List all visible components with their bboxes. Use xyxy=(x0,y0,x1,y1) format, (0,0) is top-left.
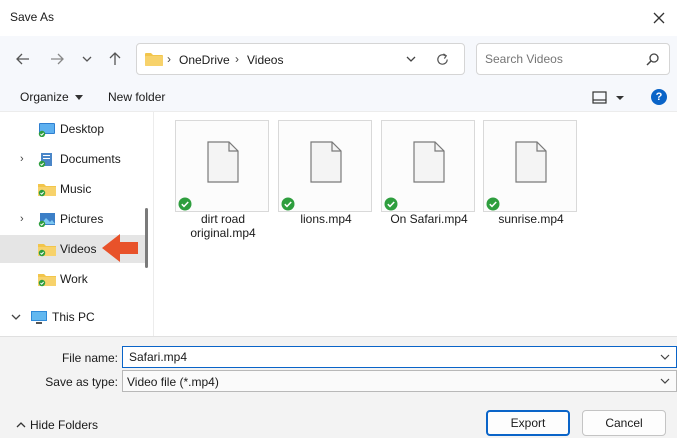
recent-locations-button[interactable] xyxy=(76,48,98,70)
file-icon xyxy=(310,141,342,183)
back-button[interactable] xyxy=(12,48,34,70)
view-pane-icon xyxy=(592,91,624,104)
synced-check-icon xyxy=(281,197,295,211)
hide-folders-label: Hide Folders xyxy=(30,418,99,432)
sidebar-item-documents[interactable]: › Documents xyxy=(0,145,146,173)
chevron-down-icon[interactable] xyxy=(11,313,21,321)
address-bar[interactable]: › OneDrive › Videos xyxy=(136,43,465,75)
chevron-up-icon xyxy=(16,422,26,428)
breadcrumb-videos[interactable]: Videos xyxy=(247,53,283,67)
close-button[interactable] xyxy=(641,0,677,36)
pictures-icon xyxy=(38,213,55,227)
cancel-button[interactable]: Cancel xyxy=(582,410,666,436)
chevron-down-icon[interactable] xyxy=(660,352,670,362)
save-as-type-value: Video file (*.mp4) xyxy=(127,375,219,389)
sidebar-item-this-pc[interactable]: This PC xyxy=(0,303,146,331)
save-as-type-select[interactable]: Video file (*.mp4) xyxy=(122,370,677,392)
file-tile[interactable] xyxy=(483,120,577,212)
file-name[interactable]: On Safari.mp4 xyxy=(379,212,479,226)
organize-label: Organize xyxy=(20,90,69,104)
file-name-input[interactable] xyxy=(129,350,649,364)
search-box[interactable] xyxy=(476,43,670,75)
file-name-field[interactable] xyxy=(122,346,677,368)
synced-check-icon xyxy=(486,197,500,211)
file-icon xyxy=(515,141,547,183)
music-folder-icon xyxy=(38,184,56,197)
breadcrumb-separator-icon: › xyxy=(235,52,239,66)
sidebar-item-work[interactable]: Work xyxy=(0,265,146,293)
documents-icon xyxy=(38,153,52,167)
sidebar-item-label: This PC xyxy=(52,310,95,324)
file-icon xyxy=(207,141,239,183)
file-list: dirt road original.mp4 lions.mp4 On Safa… xyxy=(153,112,677,336)
organize-menu[interactable]: Organize xyxy=(20,90,84,104)
navigation-pane: Desktop › Documents Music › Pictures Vid… xyxy=(0,112,153,336)
save-as-type-label: Save as type: xyxy=(45,375,118,389)
file-name-label: File name: xyxy=(61,351,118,365)
breadcrumb-separator-icon: › xyxy=(167,52,171,66)
sidebar-scrollbar[interactable] xyxy=(145,208,148,268)
annotation-arrow-icon xyxy=(102,234,138,262)
file-tile[interactable] xyxy=(175,120,269,212)
hide-folders-button[interactable]: Hide Folders xyxy=(16,418,98,432)
caret-down-icon xyxy=(75,94,84,100)
up-button[interactable] xyxy=(104,48,126,70)
file-name[interactable]: lions.mp4 xyxy=(276,212,376,226)
address-dropdown-icon[interactable] xyxy=(404,52,418,66)
help-icon[interactable]: ? xyxy=(651,89,667,105)
command-toolbar: Organize New folder ? xyxy=(0,82,677,112)
work-folder-icon xyxy=(38,274,56,287)
this-pc-icon xyxy=(31,311,47,324)
back-arrow-icon xyxy=(16,53,29,65)
file-icon xyxy=(413,141,445,183)
file-tile[interactable] xyxy=(381,120,475,212)
refresh-icon[interactable] xyxy=(435,52,450,67)
new-folder-button[interactable]: New folder xyxy=(108,90,165,104)
sidebar-item-label: Documents xyxy=(60,152,121,166)
desktop-icon xyxy=(38,123,55,137)
chevron-right-icon[interactable]: › xyxy=(20,213,24,225)
sidebar-item-music[interactable]: Music xyxy=(0,175,146,203)
change-view-button[interactable] xyxy=(590,90,626,106)
breadcrumb-onedrive[interactable]: OneDrive xyxy=(179,53,230,67)
folder-icon xyxy=(145,53,163,66)
search-icon[interactable] xyxy=(646,52,660,66)
synced-check-icon xyxy=(384,197,398,211)
videos-folder-icon xyxy=(38,244,56,257)
sidebar-item-label: Music xyxy=(60,182,92,196)
synced-check-icon xyxy=(178,197,192,211)
sidebar-item-label: Work xyxy=(60,272,88,286)
chevron-down-icon xyxy=(82,56,92,62)
forward-button[interactable] xyxy=(46,48,68,70)
sidebar-item-label: Pictures xyxy=(60,212,104,226)
address-row: › OneDrive › Videos xyxy=(0,36,677,82)
up-arrow-icon xyxy=(109,52,121,65)
export-button[interactable]: Export xyxy=(486,410,570,436)
window-title: Save As xyxy=(10,10,55,24)
file-name[interactable]: sunrise.mp4 xyxy=(481,212,581,226)
sidebar-item-desktop[interactable]: Desktop xyxy=(0,115,146,143)
chevron-right-icon[interactable]: › xyxy=(20,153,24,165)
search-input[interactable] xyxy=(485,50,635,68)
chevron-down-icon[interactable] xyxy=(660,376,670,386)
file-tile[interactable] xyxy=(278,120,372,212)
close-icon xyxy=(653,12,665,24)
sidebar-item-label: Videos xyxy=(60,242,97,256)
title-bar: Save As xyxy=(0,0,677,36)
forward-arrow-icon xyxy=(51,53,64,65)
file-name[interactable]: dirt road original.mp4 xyxy=(173,212,273,240)
sidebar-item-label: Desktop xyxy=(60,122,105,136)
